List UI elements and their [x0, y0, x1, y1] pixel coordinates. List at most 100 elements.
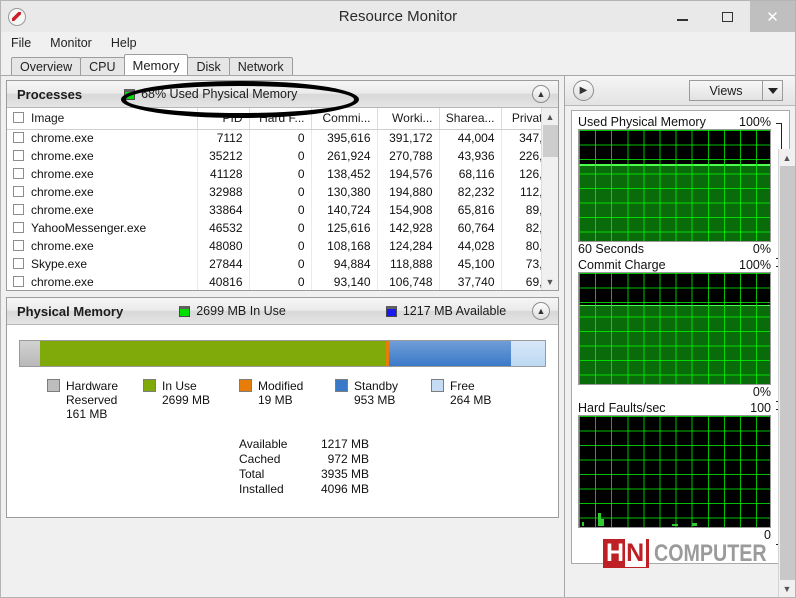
chevron-right-icon[interactable]: ▶: [573, 80, 594, 101]
tab-network[interactable]: Network: [228, 57, 293, 75]
process-private: 226,852: [501, 147, 541, 165]
scroll-down-icon[interactable]: ▼: [542, 273, 559, 290]
process-commit: 395,616: [311, 129, 378, 147]
table-row[interactable]: chrome.exe329880130,380194,88082,232112,…: [7, 183, 541, 201]
process-working-set: 106,748: [377, 273, 440, 290]
process-pid: 7112: [197, 129, 250, 147]
column-header-shareable[interactable]: Sharea...: [439, 108, 502, 130]
process-working-set: 391,172: [377, 129, 440, 147]
process-working-set: 194,576: [377, 165, 440, 183]
page-scrollbar[interactable]: ▲ ▼: [778, 149, 795, 597]
memory-legend-item: In Use 2699 MB: [143, 379, 239, 421]
column-header-hard-faults[interactable]: Hard F...: [249, 108, 312, 130]
physical-memory-panel-header[interactable]: Physical Memory 2699 MB In Use 1217 MB A…: [7, 298, 558, 325]
maximize-button[interactable]: [705, 1, 750, 32]
table-row[interactable]: YahooMessenger.exe 46532 0 125,616 142,928 60…: [7, 219, 541, 237]
memory-total-value: 3935 MB: [320, 467, 369, 481]
views-button[interactable]: Views: [689, 80, 783, 101]
legend-label: In Use: [162, 379, 197, 393]
window-controls: ✕: [660, 1, 795, 32]
chart-commit-charge: Commit Charge 100% 0%: [578, 258, 783, 402]
scroll-down-icon[interactable]: ▼: [779, 580, 796, 597]
process-private: 73,788: [501, 255, 541, 273]
table-row[interactable]: chrome.exe40816093,140106,74837,74069,00…: [7, 273, 541, 290]
column-header-private[interactable]: Private ...: [501, 108, 541, 130]
process-pid: 27844: [197, 255, 250, 273]
process-working-set: 270,788: [377, 147, 440, 165]
legend-swatch-icon: [335, 379, 348, 392]
scroll-up-icon[interactable]: ▲: [542, 108, 559, 125]
scrollbar-thumb[interactable]: [542, 125, 558, 157]
process-hard-faults: 0: [249, 165, 312, 183]
process-pid: 35212: [197, 147, 250, 165]
column-header-working-set[interactable]: Worki...: [377, 108, 440, 130]
legend-value: 953 MB: [354, 393, 396, 407]
column-header-pid[interactable]: PID: [197, 108, 250, 130]
row-checkbox[interactable]: [13, 132, 24, 144]
memory-available-label: 1217 MB Available: [402, 304, 507, 318]
memory-legend-item: Hardware Reserved 161 MB: [47, 379, 143, 421]
row-checkbox[interactable]: [13, 204, 24, 215]
process-pid: 33864: [197, 201, 250, 219]
process-working-set: 194,880: [377, 183, 440, 201]
table-row[interactable]: chrome.exe352120261,924270,78843,936226,…: [7, 147, 541, 165]
tab-disk[interactable]: Disk: [187, 57, 230, 75]
menu-item-file[interactable]: File: [11, 36, 31, 50]
select-all-checkbox[interactable]: [13, 112, 24, 124]
table-row[interactable]: Skype.exe27844094,884118,88845,10073,788: [7, 255, 541, 273]
column-header-image[interactable]: Image: [7, 108, 198, 130]
processes-title: Processes: [17, 86, 83, 102]
tab-memory[interactable]: Memory: [123, 54, 189, 75]
table-row[interactable]: chrome.exe480800108,168124,28444,02880,2…: [7, 237, 541, 255]
menu-bar: File Monitor Help: [1, 32, 795, 54]
row-checkbox[interactable]: [13, 240, 24, 251]
process-image: chrome.exe: [7, 147, 198, 165]
row-checkbox[interactable]: [13, 258, 24, 269]
chevron-up-icon[interactable]: ▲: [532, 302, 550, 320]
column-header-private-label: Private ...: [511, 111, 541, 126]
process-list-scrollbar[interactable]: ▲ ▼: [541, 108, 558, 290]
table-row[interactable]: chrome.exe411280138,452194,57668,116126,…: [7, 165, 541, 183]
process-image: chrome.exe: [7, 237, 198, 255]
memory-available-status: 1217 MB Available: [385, 304, 507, 318]
chart-hard-faults: Hard Faults/sec 100 0: [578, 401, 783, 545]
row-checkbox[interactable]: [13, 276, 24, 287]
close-button[interactable]: ✕: [750, 1, 795, 32]
table-row[interactable]: chrome.exe338640140,724154,90865,81689,0…: [7, 201, 541, 219]
process-shareable: 82,232: [439, 183, 502, 201]
blue-swatch-icon: [385, 305, 397, 317]
row-checkbox[interactable]: [13, 186, 24, 197]
process-private: 82,164: [501, 219, 541, 237]
chevron-up-icon[interactable]: ▲: [532, 85, 550, 103]
memory-total-row: Installed 4096 MB: [239, 482, 546, 497]
chart-xlabel-used-physical-memory: 60 Seconds: [578, 242, 645, 256]
process-working-set: 118,888: [377, 255, 440, 273]
processes-panel-header[interactable]: Processes 68% Used Physical Memory ▲: [7, 81, 558, 108]
tab-cpu[interactable]: CPU: [80, 57, 125, 75]
table-row[interactable]: chrome.exe71120395,616391,17244,004347,1…: [7, 129, 541, 147]
process-hard-faults: 0: [249, 255, 312, 273]
chart-title-commit-charge: Commit Charge: [578, 258, 666, 272]
scrollbar-thumb[interactable]: [779, 166, 795, 580]
process-image: Skype.exe: [7, 255, 198, 273]
memory-total-key: Total: [239, 467, 265, 481]
legend-label: Free: [450, 379, 475, 393]
menu-item-monitor[interactable]: Monitor: [50, 36, 92, 50]
memory-total-value: 972 MB: [327, 452, 369, 466]
bar-segment-in-use: [40, 341, 387, 366]
row-checkbox[interactable]: [13, 150, 24, 161]
minimize-button[interactable]: [660, 1, 705, 32]
row-checkbox[interactable]: [13, 168, 24, 179]
menu-item-help[interactable]: Help: [111, 36, 137, 50]
tab-overview[interactable]: Overview: [11, 57, 82, 75]
process-private: 80,256: [501, 237, 541, 255]
memory-legend-item: Standby 953 MB: [335, 379, 431, 421]
caret-down-icon[interactable]: [763, 87, 782, 94]
column-header-commit[interactable]: Commi...: [311, 108, 378, 130]
memory-total-row: Total 3935 MB: [239, 467, 546, 482]
process-shareable: 45,100: [439, 255, 502, 273]
legend-swatch-icon: [143, 379, 156, 392]
scroll-up-icon[interactable]: ▲: [779, 149, 796, 166]
memory-total-key: Cached: [239, 452, 281, 466]
row-checkbox[interactable]: [13, 222, 24, 233]
